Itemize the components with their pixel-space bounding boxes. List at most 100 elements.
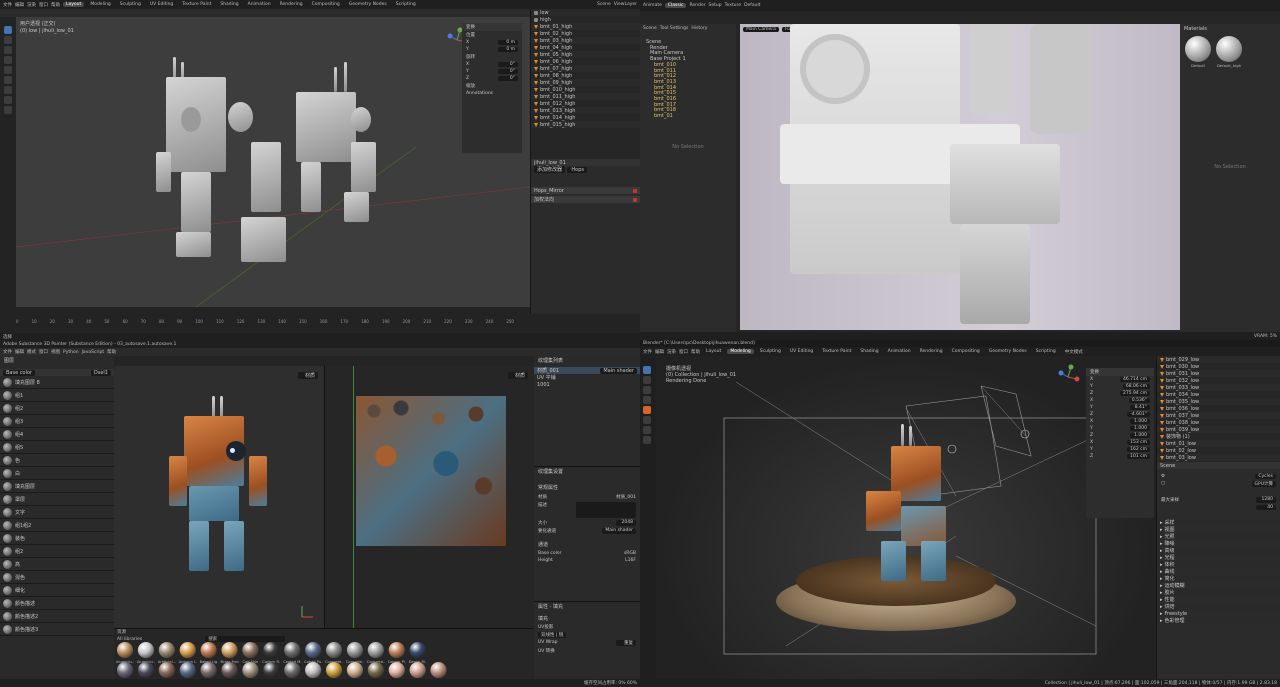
channel-2-format[interactable]: L16F <box>625 558 636 563</box>
texset-item[interactable]: 材质_001 <box>537 367 559 374</box>
outliner-row[interactable]: 装饰物 (1) <box>1157 433 1280 440</box>
measure-tool-icon[interactable] <box>4 96 12 104</box>
layer-row[interactable]: 颜色描述 <box>0 597 114 610</box>
tab-history[interactable]: History <box>691 26 707 31</box>
menu-setup[interactable]: Setup <box>708 3 721 8</box>
material-swatch[interactable]: Calf Skin <box>241 642 259 664</box>
outliner-row[interactable]: bmt_033_low <box>1157 384 1280 391</box>
tab-scripting[interactable]: Scripting <box>1033 349 1059 354</box>
material-swatch[interactable]: Concrete... <box>346 642 364 664</box>
properties-section[interactable]: ▸ 胶片 <box>1157 589 1280 596</box>
material-swatch[interactable]: Copper Pl... <box>388 642 406 664</box>
samples-field[interactable]: 1280 <box>1256 497 1276 503</box>
menu-edit[interactable]: 编辑 <box>15 349 24 355</box>
texset-shader[interactable]: Main shader <box>600 367 637 374</box>
annotate-tool-icon[interactable] <box>4 86 12 94</box>
tab-uv-editing[interactable]: UV Editing <box>787 349 816 354</box>
material-swatch[interactable]: Artificial... <box>158 642 176 664</box>
material-swatch[interactable]: Carbon Fi... <box>262 642 280 664</box>
tab-compositing[interactable]: Compositing <box>949 349 983 354</box>
properties-section[interactable]: ▸ 光照 <box>1157 533 1280 540</box>
rot-x-field[interactable]: 0° <box>498 62 518 67</box>
rot-y-field[interactable]: 0° <box>498 69 518 74</box>
outliner-row[interactable]: bmt_014_high <box>531 114 640 121</box>
loc-y-field[interactable]: 68.06 cm <box>1122 384 1150 389</box>
layer-row[interactable]: 白 <box>0 467 114 480</box>
menu-mode[interactable]: 模式 <box>27 349 36 355</box>
outliner-row[interactable]: bmt_031_low <box>1157 370 1280 377</box>
outliner-row[interactable]: bmt_038_low <box>1157 419 1280 426</box>
render-viewport[interactable]: Main Camera Full Quality <box>740 24 1180 330</box>
painter-3d-viewport[interactable]: 材质 <box>114 366 324 628</box>
device-select[interactable]: GPU计算 <box>1251 481 1276 487</box>
outliner-row[interactable]: bmt_09_high <box>531 79 640 86</box>
select-tool-icon[interactable] <box>643 366 651 374</box>
cursor-tool-icon[interactable] <box>643 376 651 384</box>
library-filter[interactable]: All libraries <box>117 637 142 642</box>
menu-render[interactable]: Render <box>689 3 705 8</box>
properties-section[interactable]: ▸ 简化 <box>1157 575 1280 582</box>
layer-row[interactable]: 混色 <box>0 571 114 584</box>
channel-select[interactable]: Base color <box>3 369 36 376</box>
scale-y-field[interactable]: 1.000 <box>1130 426 1150 431</box>
move-tool-icon[interactable] <box>4 46 12 54</box>
layer-row[interactable]: 组2 <box>0 402 114 415</box>
measure-tool-icon[interactable] <box>643 426 651 434</box>
tab-rendering[interactable]: Rendering <box>917 349 946 354</box>
material-swatch[interactable]: Denim Ri... <box>409 642 427 664</box>
rot-x-field[interactable]: 0.536° <box>1128 398 1150 403</box>
object-name[interactable]: jihuli_low_01 <box>534 160 566 166</box>
menu-animate[interactable]: Animate <box>643 3 662 8</box>
outliner-row[interactable]: high <box>531 16 640 23</box>
wrap-select[interactable]: 重复 <box>616 640 636 646</box>
outliner-row[interactable]: bmt_015_high <box>531 121 640 128</box>
material-default-high[interactable]: Default_high <box>1215 36 1243 68</box>
add-modifier-button[interactable]: 添加修改器 <box>534 166 566 173</box>
properties-section[interactable]: ▸ 体积 <box>1157 561 1280 568</box>
rot-z-field[interactable]: 0° <box>498 76 518 81</box>
add-cube-tool-icon[interactable] <box>4 106 12 114</box>
layer-row[interactable]: 填充图层 8 <box>0 376 114 389</box>
properties-section[interactable]: ▸ Freestyle <box>1157 610 1280 617</box>
blend-select[interactable]: Dsel1 <box>90 369 111 376</box>
outliner-row[interactable]: bmt_01_low <box>1157 440 1280 447</box>
outliner-row[interactable]: bmt_030_low <box>1157 363 1280 370</box>
material-swatch[interactable]: Aluminiu... <box>116 642 134 664</box>
modifier-weighted-normal[interactable]: 加权法向 <box>534 196 554 203</box>
annotations-label[interactable]: Annotations <box>466 91 493 96</box>
outliner-row[interactable]: bmt_034_low <box>1157 391 1280 398</box>
outliner-row[interactable]: bmt_037_low <box>1157 412 1280 419</box>
layer-row[interactable]: 文字 <box>0 506 114 519</box>
dim-x-field[interactable]: 153 cm <box>1127 440 1150 445</box>
tab-layout[interactable]: Layout <box>703 349 724 354</box>
dim-z-field[interactable]: 101 cm <box>1127 454 1150 459</box>
render-3d-viewport[interactable]: 摄像机透视 (0) Collection | jihuli_low_01 Ren… <box>656 356 1156 681</box>
tab-shading[interactable]: Shading <box>857 349 881 354</box>
tab-animation[interactable]: Animation <box>885 349 914 354</box>
outliner-row[interactable]: bmt_07_high <box>531 65 640 72</box>
outliner-row[interactable]: bmt_02_low <box>1157 447 1280 454</box>
modifier-close-icon[interactable] <box>633 188 637 193</box>
tab-chinese-mode[interactable]: 中文模式 <box>1062 349 1086 355</box>
properties-section[interactable]: ▸ 色彩管理 <box>1157 617 1280 624</box>
outliner-row[interactable]: bmt_08_high <box>531 72 640 79</box>
menu-window[interactable]: 窗口 <box>39 2 48 8</box>
tab-texture-paint[interactable]: Texture Paint <box>179 2 214 7</box>
loc-z-field[interactable]: 275.94 cm <box>1119 391 1150 396</box>
tab-compositing[interactable]: Compositing <box>309 2 343 7</box>
properties-section[interactable]: ▸ 性能 <box>1157 596 1280 604</box>
layer-row[interactable]: 组1 <box>0 389 114 402</box>
material-swatch[interactable]: Coated M... <box>283 642 301 664</box>
channel-1-format[interactable]: sRGB <box>624 551 636 556</box>
menu-view[interactable]: 视图 <box>51 349 60 355</box>
tab-rendering[interactable]: Rendering <box>277 2 306 7</box>
tab-geometry-nodes[interactable]: Geometry Nodes <box>346 2 390 7</box>
menu-file[interactable]: 文件 <box>3 2 12 8</box>
viewlayer-label[interactable]: ViewLayer <box>614 2 637 7</box>
menu-render[interactable]: 渲染 <box>667 349 676 355</box>
outliner-row[interactable]: bmt_035_low <box>1157 398 1280 405</box>
timeline[interactable]: 0 10 20 30 40 50 60 70 80 90 100 110 120… <box>0 307 530 333</box>
menu-python[interactable]: Python <box>63 350 79 355</box>
tab-uv-editing[interactable]: UV Editing <box>147 2 176 7</box>
material-swatch[interactable]: Autumn L... <box>179 642 197 664</box>
